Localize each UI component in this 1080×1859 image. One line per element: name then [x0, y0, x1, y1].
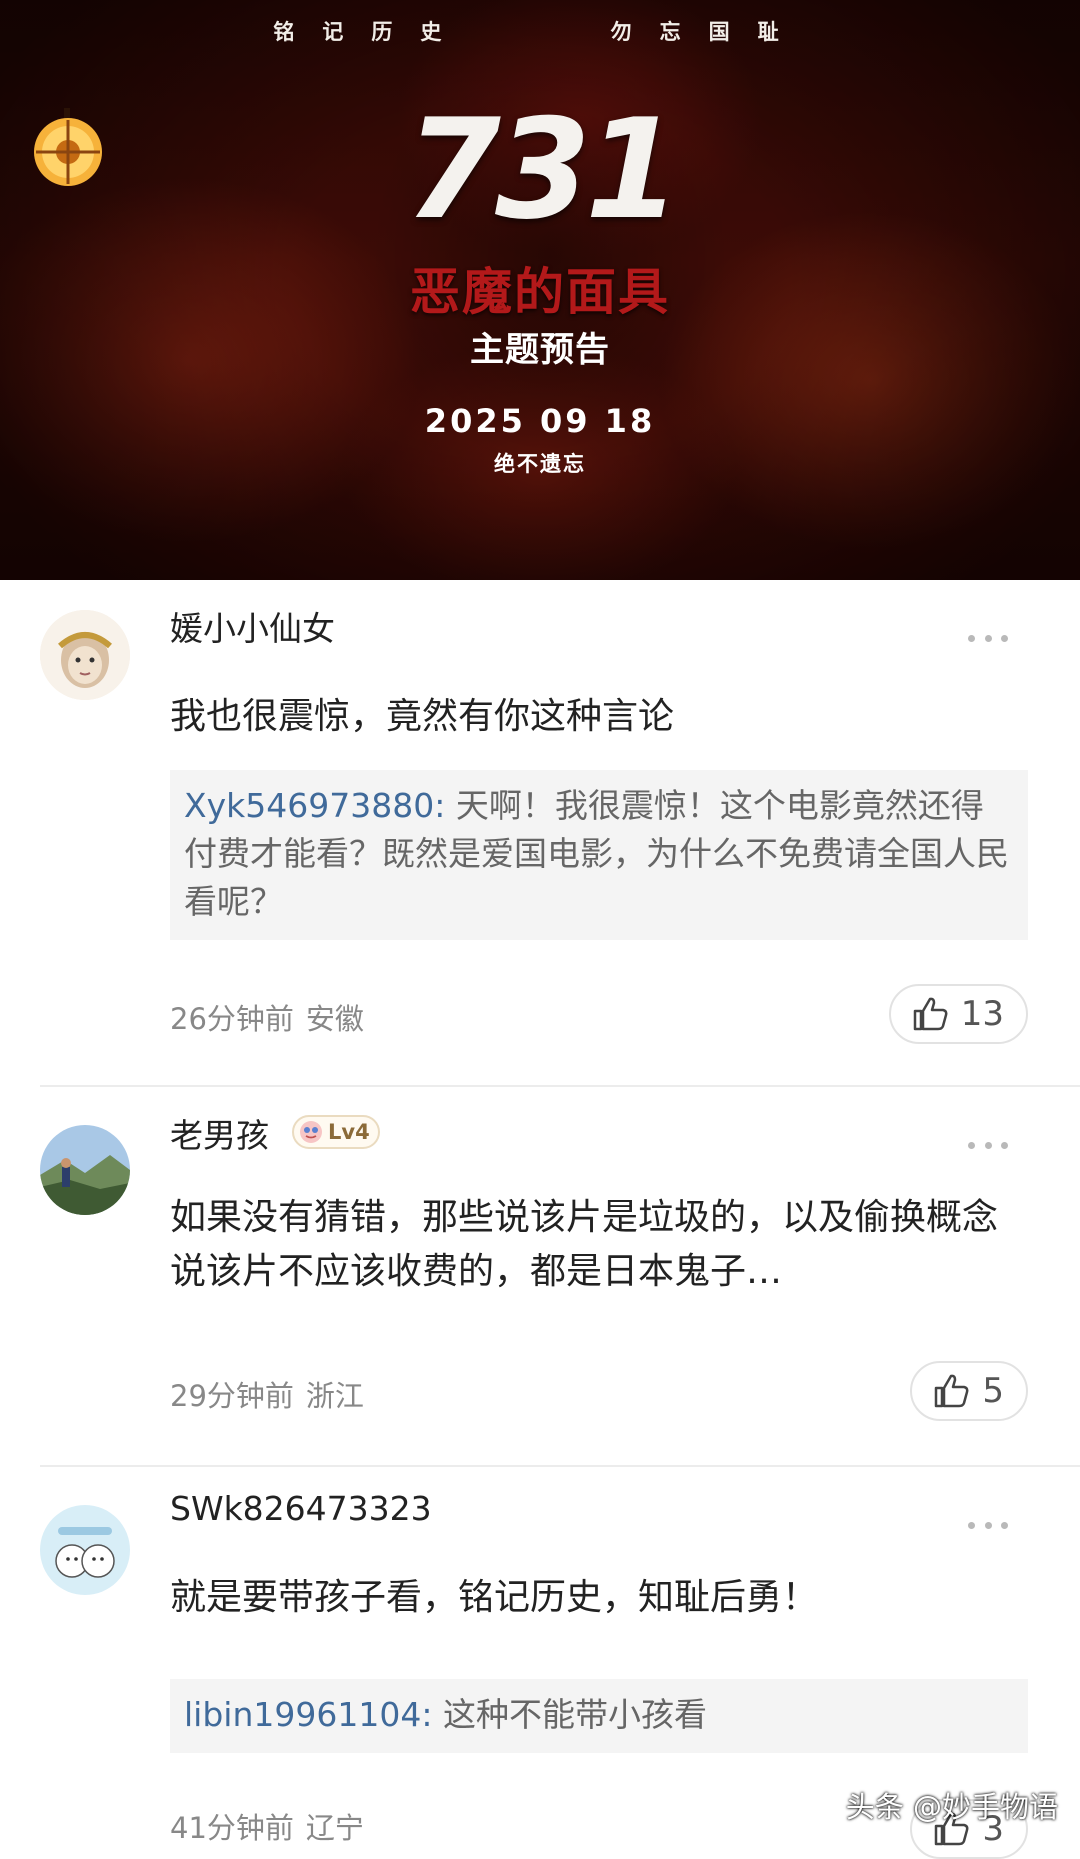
like-button[interactable]: 13	[888, 984, 1028, 1044]
comment-item: 老男孩 Lv4 如果没有猜错，那些说该片是垃圾的，以及偷换概念说该片不应该收费的…	[0, 1087, 1080, 1467]
like-button[interactable]: 5	[910, 1361, 1028, 1421]
quoted-text: 这种不能带小孩看	[442, 1695, 707, 1734]
monkey-avatar-icon	[40, 610, 130, 700]
comment-username[interactable]: 媛小小仙女	[170, 602, 335, 650]
more-options-icon[interactable]	[968, 1519, 1008, 1531]
source-watermark: 头条 @妙手物语	[845, 1790, 1058, 1824]
comment-region: 安徽	[305, 1002, 364, 1036]
poster-title-number: 731	[404, 89, 681, 250]
quoted-reply[interactable]: libin19961104: 这种不能带小孩看	[170, 1679, 1028, 1753]
level-badge: Lv4	[292, 1115, 380, 1149]
comment-region: 浙江	[305, 1379, 364, 1413]
avatar[interactable]	[40, 1505, 130, 1595]
poster-tagline: 铭记历史 勿忘国耻	[273, 19, 807, 44]
poster-subtitle: 恶魔的面具	[410, 262, 670, 321]
thumbs-up-icon	[935, 1374, 969, 1408]
poster-slogan: 绝不遗忘	[494, 451, 586, 476]
movie-poster-image: 铭记历史 勿忘国耻 731 恶魔的面具 主题预告 2025 09 18 绝不遗忘	[0, 0, 1080, 580]
more-options-icon[interactable]	[968, 632, 1008, 644]
badge-face-icon	[300, 1121, 322, 1143]
quoted-username[interactable]: libin19961104:	[184, 1695, 432, 1734]
poster-release-date: 2025 09 18	[424, 402, 656, 440]
quoted-username[interactable]: Xyk546973880:	[184, 786, 445, 825]
landscape-avatar-icon	[40, 1125, 130, 1215]
comment-text: 我也很震惊，竟然有你这种言论	[170, 696, 675, 737]
comment-time: 41分钟前	[170, 1811, 294, 1845]
comment-username[interactable]: SWk826473323	[170, 1489, 432, 1528]
more-options-icon[interactable]	[968, 1139, 1008, 1151]
quoted-reply[interactable]: Xyk546973880: 天啊！我很震惊！这个电影竟然还得付费才能看？既然是爱…	[170, 770, 1028, 940]
comment-meta: 41分钟前 辽宁	[170, 1805, 364, 1847]
comment-region: 辽宁	[305, 1811, 364, 1845]
level-label: Lv4	[328, 1120, 370, 1144]
comment-username[interactable]: 老男孩	[170, 1109, 269, 1157]
comment-text: 如果没有猜错，那些说该片是垃圾的，以及偷换概念说该片不应该收费的，都是日本鬼子…	[170, 1197, 999, 1292]
cartoon-avatar-icon	[40, 1505, 130, 1595]
comment-meta: 29分钟前 浙江	[170, 1373, 364, 1415]
comment-item: 媛小小仙女 我也很震惊，竟然有你这种言论 Xyk546973880: 天啊！我很…	[0, 580, 1080, 1085]
comment-text: 就是要带孩子看，铭记历史，知耻后勇！	[170, 1577, 819, 1618]
like-count: 13	[960, 994, 1004, 1034]
avatar[interactable]	[40, 1125, 130, 1215]
comment-time: 26分钟前	[170, 1002, 294, 1036]
like-count: 5	[982, 1371, 1004, 1411]
comment-meta: 26分钟前 安徽	[170, 996, 364, 1038]
thumbs-up-icon	[913, 997, 948, 1031]
poster-trailer-tag: 主题预告	[470, 330, 610, 370]
comment-time: 29分钟前	[170, 1379, 294, 1413]
avatar[interactable]	[40, 610, 130, 700]
